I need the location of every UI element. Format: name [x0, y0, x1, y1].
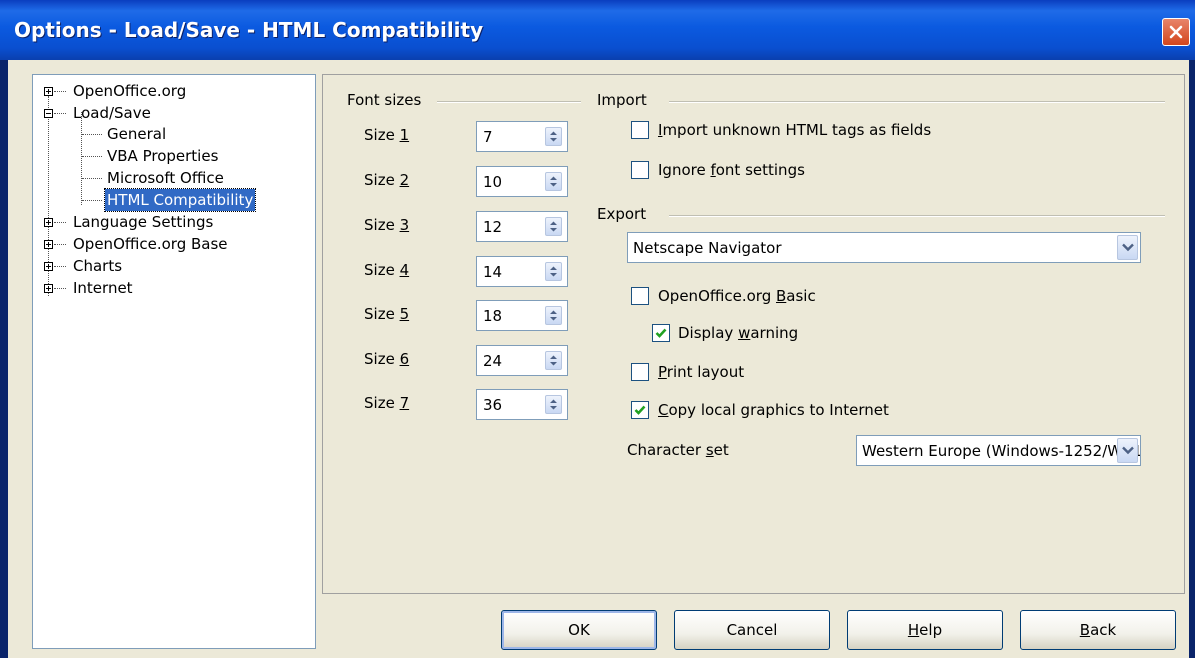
- tree-connector: [54, 222, 66, 223]
- tree-item-load-save[interactable]: Load/Save: [73, 102, 151, 124]
- size-7-label: Size 7: [364, 394, 410, 412]
- size-2-value: 10: [483, 173, 503, 191]
- expand-icon[interactable]: [44, 87, 53, 96]
- help-button[interactable]: Help: [847, 610, 1003, 650]
- spin-arrows-icon[interactable]: [545, 127, 562, 146]
- dialog-body: OpenOffice.org Load/Save General VBA Pro…: [8, 60, 1189, 658]
- tree-item-openoffice-base[interactable]: OpenOffice.org Base: [73, 233, 228, 255]
- size-5-value: 18: [483, 307, 503, 325]
- expand-icon[interactable]: [44, 240, 53, 249]
- export-browser-dropdown[interactable]: Netscape Navigator: [627, 232, 1141, 263]
- group-divider: [669, 101, 1165, 103]
- title-bar: Options - Load/Save - HTML Compatibility: [0, 0, 1195, 60]
- close-icon: [1169, 25, 1183, 39]
- options-panel: Font sizes Size 1 7 Size 2 10 Size 3 12 …: [322, 74, 1185, 594]
- font-sizes-heading: Font sizes: [347, 91, 428, 109]
- window-title: Options - Load/Save - HTML Compatibility: [14, 18, 484, 42]
- size-6-label: Size 6: [364, 350, 410, 368]
- size-7-value: 36: [483, 396, 503, 414]
- tree-connector: [54, 244, 66, 245]
- tree-connector: [54, 288, 66, 289]
- spin-arrows-icon[interactable]: [545, 306, 562, 325]
- tree-connector: [82, 200, 102, 201]
- collapse-icon[interactable]: [44, 109, 53, 118]
- import-unknown-tags-label[interactable]: Import unknown HTML tags as fields: [658, 121, 931, 139]
- size-1-label: Size 1: [364, 126, 410, 144]
- import-heading: Import: [597, 91, 653, 109]
- export-heading: Export: [597, 205, 653, 223]
- display-warning-label[interactable]: Display warning: [678, 324, 798, 342]
- tree-connector: [54, 113, 66, 114]
- tree-connector: [54, 266, 66, 267]
- tree-connector: [82, 178, 102, 179]
- size-3-label: Size 3: [364, 216, 410, 234]
- expand-icon[interactable]: [44, 284, 53, 293]
- copy-local-graphics-checkbox[interactable]: [631, 401, 649, 419]
- spin-arrows-icon[interactable]: [545, 172, 562, 191]
- tree-connector: [82, 134, 102, 135]
- tree-item-language-settings[interactable]: Language Settings: [73, 211, 213, 233]
- size-1-spinbox[interactable]: 7: [476, 121, 568, 152]
- size-4-value: 14: [483, 263, 503, 281]
- chevron-down-icon[interactable]: [1117, 235, 1138, 260]
- spin-arrows-icon[interactable]: [545, 217, 562, 236]
- options-tree[interactable]: OpenOffice.org Load/Save General VBA Pro…: [32, 74, 316, 649]
- display-warning-checkbox[interactable]: [652, 324, 670, 342]
- tree-item-general[interactable]: General: [107, 123, 166, 145]
- expand-icon[interactable]: [44, 262, 53, 271]
- tree-connector: [82, 156, 102, 157]
- size-6-value: 24: [483, 352, 503, 370]
- tree-item-microsoft-office[interactable]: Microsoft Office: [107, 167, 224, 189]
- size-2-spinbox[interactable]: 10: [476, 166, 568, 197]
- spin-arrows-icon[interactable]: [545, 395, 562, 414]
- checkmark-icon: [655, 328, 667, 338]
- copy-local-graphics-label[interactable]: Copy local graphics to Internet: [658, 401, 889, 419]
- ignore-font-settings-label[interactable]: Ignore font settings: [658, 161, 805, 179]
- size-3-value: 12: [483, 218, 503, 236]
- tree-item-vba-properties[interactable]: VBA Properties: [107, 145, 218, 167]
- ignore-font-settings-checkbox[interactable]: [631, 161, 649, 179]
- import-unknown-tags-checkbox[interactable]: [631, 121, 649, 139]
- spin-arrows-icon[interactable]: [545, 351, 562, 370]
- size-2-label: Size 2: [364, 171, 410, 189]
- tree-connector: [54, 91, 66, 92]
- openoffice-basic-label[interactable]: OpenOffice.org Basic: [658, 287, 816, 305]
- chevron-down-icon[interactable]: [1117, 438, 1138, 463]
- openoffice-basic-checkbox[interactable]: [631, 287, 649, 305]
- tree-item-charts[interactable]: Charts: [73, 255, 122, 277]
- size-7-spinbox[interactable]: 36: [476, 389, 568, 420]
- character-set-value: Western Europe (Windows-1252/WinLatin 1): [862, 442, 1140, 460]
- size-6-spinbox[interactable]: 24: [476, 345, 568, 376]
- size-5-label: Size 5: [364, 305, 410, 323]
- print-layout-label[interactable]: Print layout: [658, 363, 744, 381]
- tree-item-internet[interactable]: Internet: [73, 277, 133, 299]
- size-1-value: 7: [483, 128, 493, 146]
- tree-connector: [81, 112, 82, 205]
- group-divider: [669, 215, 1165, 217]
- back-button[interactable]: Back: [1020, 610, 1176, 650]
- size-5-spinbox[interactable]: 18: [476, 300, 568, 331]
- size-3-spinbox[interactable]: 12: [476, 211, 568, 242]
- character-set-label: Character set: [627, 441, 729, 459]
- expand-icon[interactable]: [44, 218, 53, 227]
- size-4-label: Size 4: [364, 261, 410, 279]
- size-4-spinbox[interactable]: 14: [476, 256, 568, 287]
- spin-arrows-icon[interactable]: [545, 262, 562, 281]
- export-browser-value: Netscape Navigator: [633, 239, 782, 257]
- checkmark-icon: [634, 405, 646, 415]
- ok-button[interactable]: OK: [501, 610, 657, 650]
- group-divider: [437, 101, 581, 103]
- print-layout-checkbox[interactable]: [631, 363, 649, 381]
- close-button[interactable]: [1162, 18, 1190, 46]
- cancel-button[interactable]: Cancel: [674, 610, 830, 650]
- character-set-dropdown[interactable]: Western Europe (Windows-1252/WinLatin 1): [856, 435, 1141, 466]
- tree-item-openoffice[interactable]: OpenOffice.org: [73, 80, 186, 102]
- tree-item-html-compatibility[interactable]: HTML Compatibility: [103, 188, 257, 212]
